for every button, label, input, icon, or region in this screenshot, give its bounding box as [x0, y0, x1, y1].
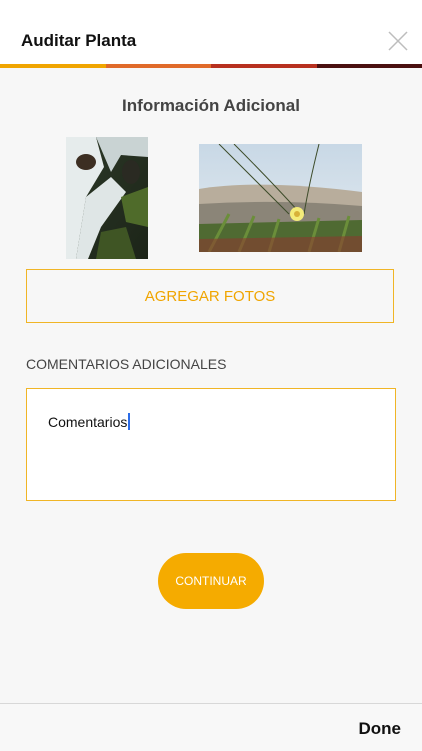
- stripe-segment-2: [106, 64, 212, 68]
- close-icon: [388, 31, 408, 51]
- header: Auditar Planta: [0, 0, 422, 64]
- stripe-segment-3: [211, 64, 317, 68]
- close-button[interactable]: [388, 31, 408, 51]
- add-photos-button[interactable]: AGREGAR FOTOS: [26, 269, 394, 323]
- header-stripe: [0, 64, 422, 68]
- keyboard-toolbar: Done: [0, 703, 422, 751]
- page-title: Auditar Planta: [21, 31, 136, 51]
- done-button[interactable]: Done: [359, 719, 402, 739]
- comments-textarea[interactable]: Comentarios: [26, 388, 396, 501]
- waterfall-photo-icon: [66, 137, 148, 259]
- stripe-segment-1: [0, 64, 106, 68]
- photo-thumbnail-dune[interactable]: [199, 144, 362, 252]
- continue-button[interactable]: CONTINUAR: [158, 553, 264, 609]
- dune-flower-photo-icon: [199, 144, 362, 252]
- section-title: Información Adicional: [0, 96, 422, 116]
- text-caret: [128, 413, 130, 430]
- comments-value: Comentarios: [48, 414, 127, 430]
- photo-thumbnail-waterfall[interactable]: [66, 137, 148, 259]
- comments-text-wrapper: Comentarios: [48, 413, 130, 430]
- stripe-segment-4: [317, 64, 422, 68]
- comments-label: COMENTARIOS ADICIONALES: [26, 356, 226, 372]
